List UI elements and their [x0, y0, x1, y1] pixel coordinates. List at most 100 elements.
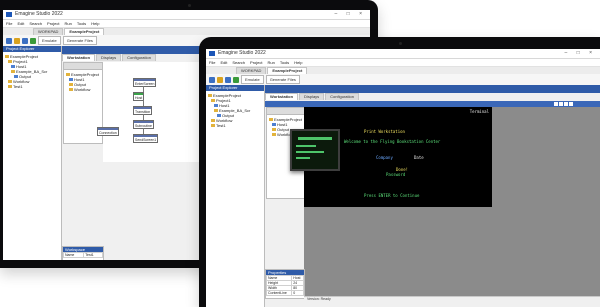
menu-project[interactable]: Project: [250, 59, 262, 66]
generate-files-button[interactable]: Generate Files: [62, 36, 97, 45]
terminal-tool-icons: [554, 102, 594, 106]
open-icon[interactable]: [217, 76, 223, 83]
property-row[interactable]: ContentLine 0: [265, 290, 304, 296]
menu-edit[interactable]: Edit: [220, 59, 227, 66]
menu-search[interactable]: Search: [232, 59, 245, 66]
tab-workpad[interactable]: WORKPAD: [33, 28, 64, 35]
camera: [188, 4, 191, 7]
menu-run[interactable]: Run: [268, 59, 275, 66]
popup-title-line: [298, 137, 332, 140]
menu-file[interactable]: File: [209, 59, 215, 66]
project-explorer: Project Explorer ExampleProject Project1…: [206, 85, 265, 307]
menu-edit[interactable]: Edit: [17, 20, 24, 27]
tab-displays[interactable]: Displays: [299, 93, 325, 100]
folder-icon: [8, 85, 12, 88]
properties-panel: Workspace Name Test1: [62, 246, 104, 260]
camera: [399, 42, 402, 45]
tab-example-project[interactable]: ExampleProject: [267, 67, 308, 74]
open-icon[interactable]: [14, 37, 20, 44]
canvas-background: [492, 107, 600, 296]
new-icon[interactable]: [6, 37, 12, 44]
save-icon[interactable]: [225, 76, 231, 83]
run-icon[interactable]: [233, 76, 239, 83]
folder-icon: [8, 80, 12, 83]
editor-header-bar: ExampleProject Example_BA_scr2.BI: [265, 85, 600, 99]
folder-icon: [66, 73, 70, 76]
terminal-press-enter: Press ENTER to Continue: [364, 193, 420, 198]
window-controls[interactable]: – □ ×: [565, 49, 597, 58]
tab-configuration[interactable]: Configuration: [122, 54, 156, 61]
new-icon[interactable]: [209, 76, 215, 83]
menu-search[interactable]: Search: [29, 20, 42, 27]
terminal-field-company: Company: [376, 155, 393, 160]
emulator-popup[interactable]: [290, 129, 340, 171]
menu-file[interactable]: File: [6, 20, 12, 27]
save-icon[interactable]: [22, 37, 28, 44]
menu-project[interactable]: Project: [47, 20, 59, 27]
properties-panel: Properties Name Host Height 24 Width 80 Con…: [265, 269, 305, 299]
tree-item[interactable]: Test1: [208, 123, 262, 128]
terminal-welcome: Welcome to the Flying Bookstation Center: [344, 139, 441, 144]
menu-bar: File Edit Search Project Run Tools Help: [206, 59, 600, 67]
canvas-background: [304, 207, 492, 296]
properties-table: Name Test1: [62, 252, 103, 258]
tab-workstation[interactable]: Workstation: [265, 93, 299, 100]
tree-item[interactable]: Test1: [5, 84, 59, 89]
tab-example-project[interactable]: ExampleProject: [64, 28, 105, 35]
file-icon: [14, 75, 18, 78]
terminal-password: Password: [386, 172, 406, 177]
file-icon: [217, 114, 221, 117]
folder-icon: [8, 60, 12, 63]
popup-line: [296, 151, 324, 153]
title-bar: Emagine Studio 2022 – □ ×: [206, 49, 600, 59]
menu-bar: File Edit Search Project Run Tools Help: [3, 20, 370, 28]
project-explorer: Project Explorer ExampleProject Project1…: [3, 46, 62, 260]
workflow-node[interactable]: Connection: [97, 127, 119, 136]
tab-workstation[interactable]: Workstation: [62, 54, 96, 61]
folder-icon: [272, 128, 276, 131]
properties-table: Name Host Height 24 Width 80 ContentLine 0: [265, 275, 304, 296]
property-row[interactable]: Name Test1: [62, 252, 103, 258]
front-screen: Emagine Studio 2022 – □ × File Edit Sear…: [206, 49, 600, 307]
folder-icon: [69, 88, 73, 91]
popup-line: [296, 145, 316, 147]
emulate-button[interactable]: Emulate: [241, 75, 264, 84]
tree-item[interactable]: Workflow: [66, 87, 100, 92]
workflow-canvas[interactable]: EnterScreen Host Transition Subroutine S…: [97, 62, 203, 162]
menu-tools[interactable]: Tools: [77, 20, 86, 27]
screen-tree: ExampleProject Host1 Output Workflow: [64, 70, 102, 94]
folder-icon: [69, 83, 73, 86]
workflow-node[interactable]: EnterScreen: [133, 78, 157, 87]
doc-tabs: WORKPAD ExampleProject: [206, 67, 600, 74]
tab-configuration[interactable]: Configuration: [325, 93, 359, 100]
screen-explorer-header: [267, 108, 305, 115]
inner-tabs: Workstation Displays Configuration: [265, 93, 359, 100]
generate-files-button[interactable]: Generate Files: [265, 75, 300, 84]
copy-icon[interactable]: [554, 102, 558, 106]
status-text: Version: Ready: [307, 297, 331, 301]
zoom-icon[interactable]: [569, 102, 573, 106]
menu-run[interactable]: Run: [65, 20, 72, 27]
folder-icon: [269, 118, 273, 121]
emulate-button[interactable]: Emulate: [38, 36, 61, 45]
window-controls[interactable]: – □ ×: [335, 10, 367, 19]
host-icon: [272, 123, 276, 126]
popup-line: [296, 157, 310, 159]
host-icon: [214, 104, 218, 107]
folder-icon: [211, 119, 215, 122]
app-icon: [6, 12, 12, 17]
host-icon: [69, 78, 73, 81]
tab-workpad[interactable]: WORKPAD: [236, 67, 267, 74]
terminal-heading: Print Workstation: [364, 129, 405, 134]
menu-help[interactable]: Help: [294, 59, 302, 66]
app-title: Emagine Studio 2022: [218, 50, 266, 56]
paste-icon[interactable]: [559, 102, 563, 106]
print-icon[interactable]: [564, 102, 568, 106]
menu-tools[interactable]: Tools: [280, 59, 289, 66]
folder-icon: [211, 124, 215, 127]
tab-displays[interactable]: Displays: [96, 54, 122, 61]
run-icon[interactable]: [30, 37, 36, 44]
workflow-node[interactable]: SendScreen1: [133, 134, 159, 143]
terminal-status: Terminal: [469, 109, 489, 114]
menu-help[interactable]: Help: [91, 20, 99, 27]
